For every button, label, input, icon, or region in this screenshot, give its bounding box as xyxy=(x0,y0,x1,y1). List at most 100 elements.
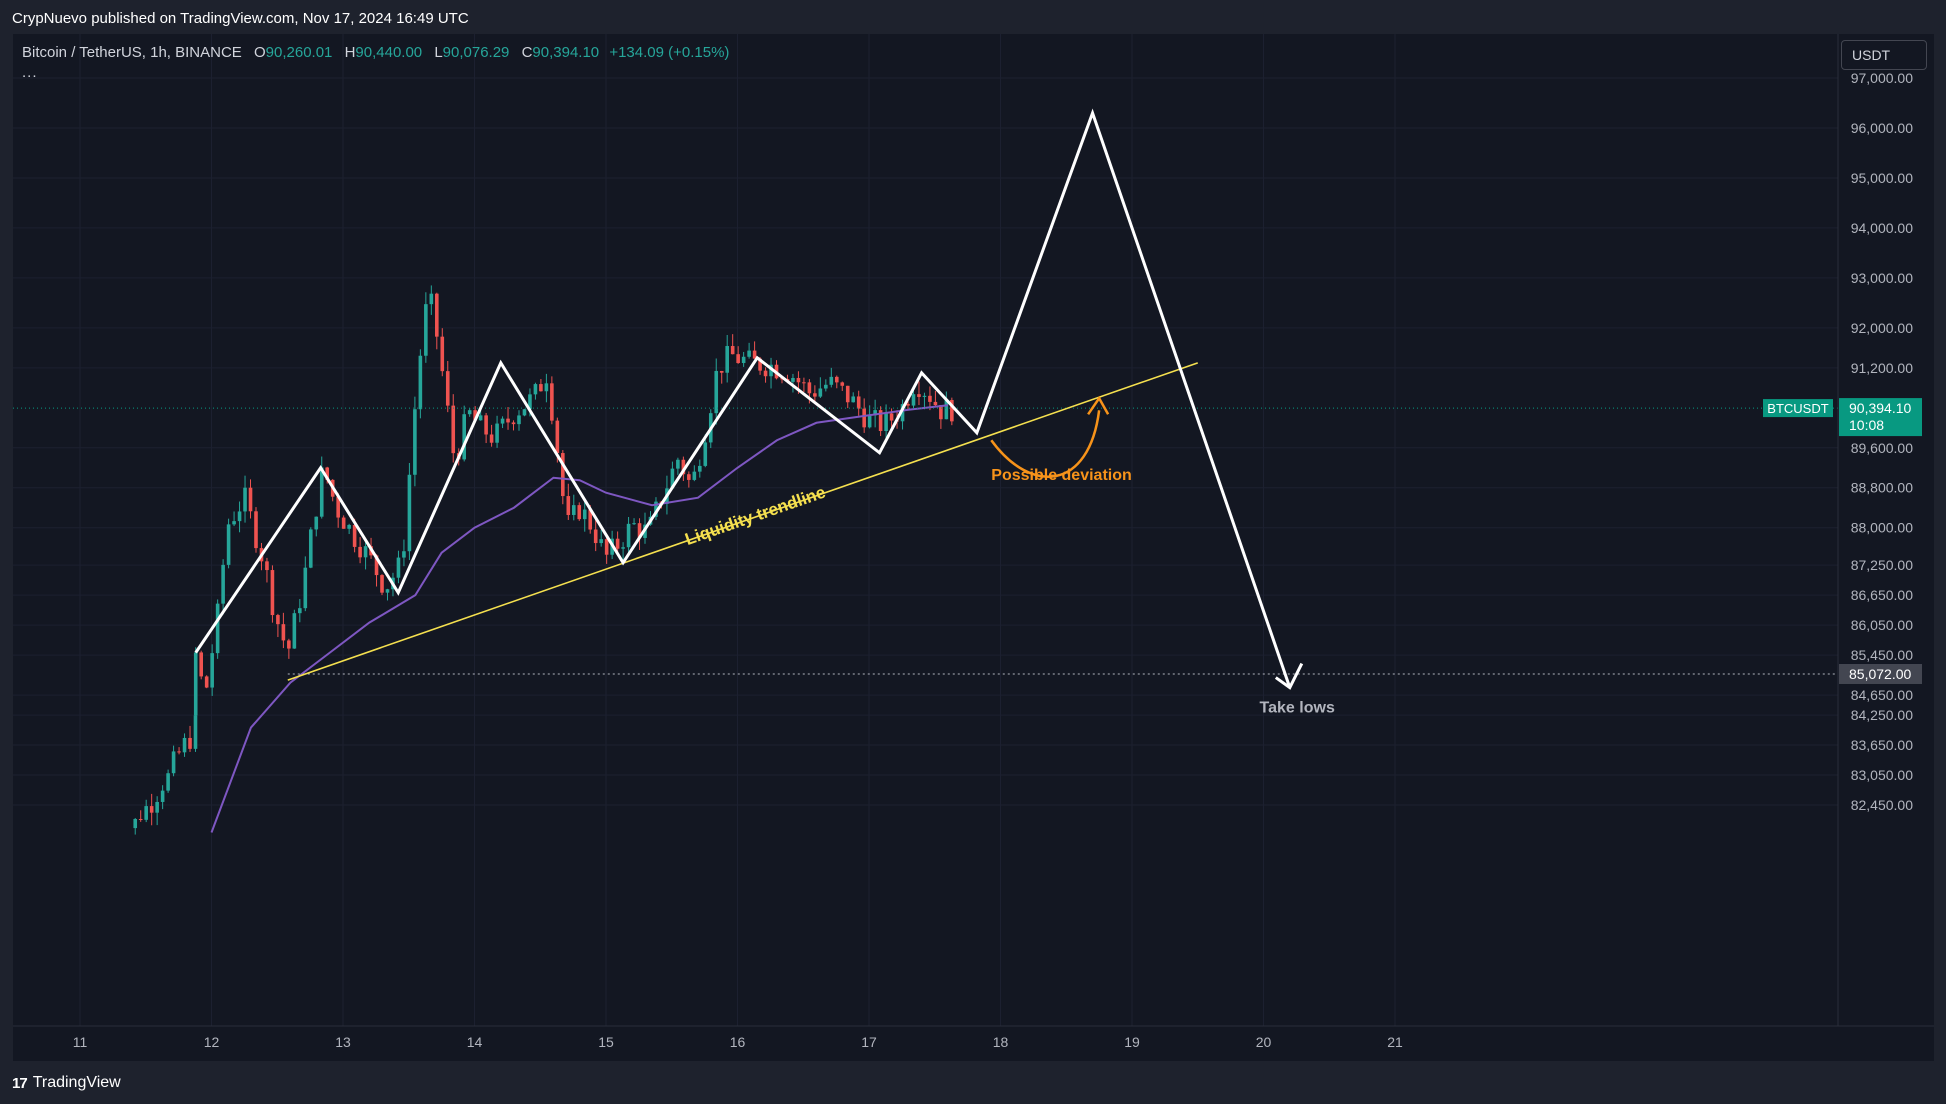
candle xyxy=(144,799,148,823)
candle-body xyxy=(604,539,609,555)
candle xyxy=(489,424,494,447)
candle xyxy=(138,810,143,822)
candle xyxy=(566,483,571,520)
candle-body xyxy=(906,404,910,406)
candle xyxy=(506,407,510,430)
price-tick-label: 88,000.00 xyxy=(1851,520,1913,536)
candle xyxy=(149,793,154,826)
candle xyxy=(445,360,450,413)
candle xyxy=(577,502,582,521)
candle-body xyxy=(182,737,187,753)
tradingview-logo-icon: 17 xyxy=(12,1074,28,1092)
candle-body xyxy=(615,538,620,549)
candle xyxy=(867,405,872,429)
candle-body xyxy=(210,653,214,688)
candle-body xyxy=(818,388,823,397)
candle-body xyxy=(352,524,357,547)
price-tick-label: 83,050.00 xyxy=(1851,767,1913,783)
candle-body xyxy=(928,395,932,402)
price-tick-label: 93,000.00 xyxy=(1851,270,1913,286)
candle-body xyxy=(845,385,850,403)
candle xyxy=(561,450,565,505)
candle-body xyxy=(144,806,148,820)
candle xyxy=(243,475,247,523)
candle-body xyxy=(884,413,888,432)
candle-body xyxy=(358,546,362,558)
projected-path xyxy=(194,108,1292,689)
candle xyxy=(396,550,401,584)
candle xyxy=(193,647,198,726)
candle xyxy=(824,379,828,392)
candle-body xyxy=(385,589,390,593)
candle-body xyxy=(177,751,181,753)
candle xyxy=(500,416,505,429)
candle xyxy=(834,375,839,389)
symbol-legend[interactable]: Bitcoin / TetherUS, 1h, BINANCE O90,260.… xyxy=(22,44,729,61)
candle-body xyxy=(281,624,286,641)
candle xyxy=(736,346,740,364)
candle-body xyxy=(308,529,313,568)
candle xyxy=(303,556,308,612)
top-bar: CrypNuevo published on TradingView.com, … xyxy=(0,0,1946,34)
candle-body xyxy=(467,410,472,415)
close-value: 90,394.10 xyxy=(532,44,600,61)
candle xyxy=(221,559,225,615)
candle-body xyxy=(763,370,768,377)
time-tick-label: 17 xyxy=(861,1034,877,1050)
take-lows-label: Take lows xyxy=(1260,700,1335,717)
candle-body xyxy=(698,465,702,472)
candle-body xyxy=(188,737,192,749)
candle-body xyxy=(254,511,258,549)
candle-body xyxy=(867,415,872,428)
candle-body xyxy=(917,394,921,397)
legend-more-button[interactable]: ... xyxy=(22,64,38,81)
price-tick-label: 97,000.00 xyxy=(1851,70,1913,86)
axes: 97,000.00 96,000.00 95,000.00 94,000.00 93,0… xyxy=(13,34,1934,1061)
candle xyxy=(939,404,943,429)
candle-body xyxy=(160,790,165,802)
candle xyxy=(539,379,543,392)
candle xyxy=(511,420,516,431)
candle-body xyxy=(429,293,434,305)
candle-body xyxy=(215,603,220,654)
close-label: C xyxy=(521,44,533,61)
candle xyxy=(698,459,702,478)
time-tick-label: 11 xyxy=(73,1034,88,1050)
candle xyxy=(440,328,445,377)
candle-body xyxy=(550,383,554,421)
price-tick-label: 95,000.00 xyxy=(1851,170,1913,186)
candle xyxy=(626,516,631,555)
countdown-label: 10:08 xyxy=(1849,417,1884,433)
chart-frame[interactable]: Liquidity trendline Possible deviation Tak… xyxy=(13,34,1934,1061)
candle-body xyxy=(517,415,521,425)
candle-body xyxy=(265,561,269,571)
candle-body xyxy=(703,442,708,466)
candle xyxy=(402,539,406,567)
grid xyxy=(13,34,1838,1026)
candle-body xyxy=(791,377,795,382)
candle-body xyxy=(407,474,412,552)
candle-body xyxy=(889,413,894,421)
candle xyxy=(922,392,927,410)
tradingview-brand[interactable]: 17 TradingView xyxy=(12,1074,121,1092)
high-label: H xyxy=(344,44,356,61)
candle xyxy=(802,377,806,392)
candle-body xyxy=(237,511,242,522)
candle xyxy=(314,516,319,537)
time-tick-label: 21 xyxy=(1387,1034,1403,1050)
candle-body xyxy=(593,529,598,544)
candle xyxy=(484,412,488,444)
symbol-name[interactable]: Bitcoin / TetherUS, 1h, BINANCE xyxy=(22,44,242,61)
candle xyxy=(166,769,170,793)
candle xyxy=(522,408,527,417)
time-tick-label: 15 xyxy=(598,1034,614,1050)
candle-body xyxy=(802,382,806,384)
price-tick-label: 91,200.00 xyxy=(1851,360,1913,376)
currency-button[interactable]: USDT xyxy=(1841,40,1927,70)
price-chart[interactable]: Liquidity trendlinePossible deviationTak… xyxy=(13,34,1934,1061)
low-label: L xyxy=(434,44,443,61)
candle xyxy=(933,390,938,407)
candle-body xyxy=(851,396,856,403)
candle xyxy=(254,507,258,553)
candle-body xyxy=(363,546,368,558)
